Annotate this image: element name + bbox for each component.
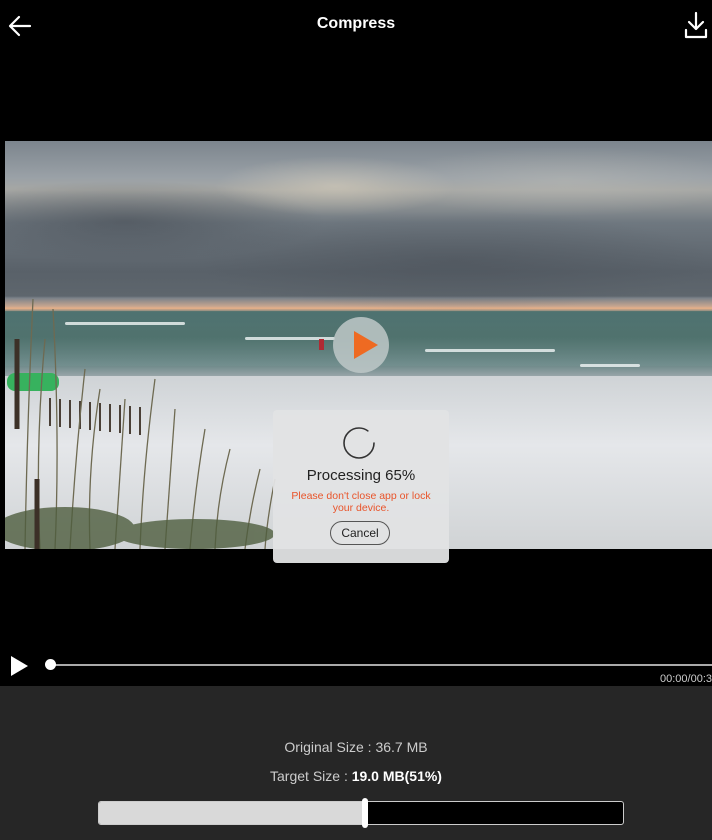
center-play-button[interactable] bbox=[333, 317, 389, 373]
download-icon bbox=[684, 11, 708, 39]
download-button[interactable] bbox=[682, 10, 710, 40]
target-size-handle[interactable] bbox=[362, 798, 368, 828]
video-person bbox=[319, 339, 324, 350]
time-readout: 00:00/00:3 bbox=[660, 673, 712, 685]
original-size-label: Original Size : bbox=[284, 739, 376, 755]
original-size-value: 36.7 MB bbox=[375, 739, 428, 755]
video-surf bbox=[425, 349, 555, 352]
seek-track[interactable] bbox=[50, 664, 712, 666]
warning-text: Please don't close app or lock your devi… bbox=[291, 490, 431, 514]
top-bar: Compress bbox=[0, 0, 712, 52]
video-grass bbox=[5, 298, 276, 549]
target-size-fill bbox=[99, 802, 366, 824]
player-controls: 00:00/00:3 bbox=[0, 644, 712, 686]
seek-knob[interactable] bbox=[45, 659, 56, 670]
size-panel: Original Size : 36.7 MB Target Size : 19… bbox=[0, 686, 712, 840]
spinner-icon bbox=[343, 427, 375, 459]
target-size-value: 19.0 MB(51%) bbox=[351, 768, 442, 784]
processing-dialog: Processing 65% Please don't close app or… bbox=[273, 410, 449, 563]
target-size-label: Target Size : bbox=[270, 768, 352, 784]
processing-text: Processing 65% bbox=[306, 467, 416, 484]
play-icon bbox=[354, 331, 378, 359]
target-size-slider[interactable] bbox=[98, 801, 624, 825]
play-button[interactable] bbox=[11, 656, 28, 676]
cancel-button[interactable]: Cancel bbox=[330, 521, 390, 545]
target-size: Target Size : 19.0 MB(51%) bbox=[0, 768, 712, 784]
video-surf bbox=[580, 364, 640, 367]
original-size: Original Size : 36.7 MB bbox=[0, 739, 712, 755]
page-title: Compress bbox=[316, 15, 396, 32]
